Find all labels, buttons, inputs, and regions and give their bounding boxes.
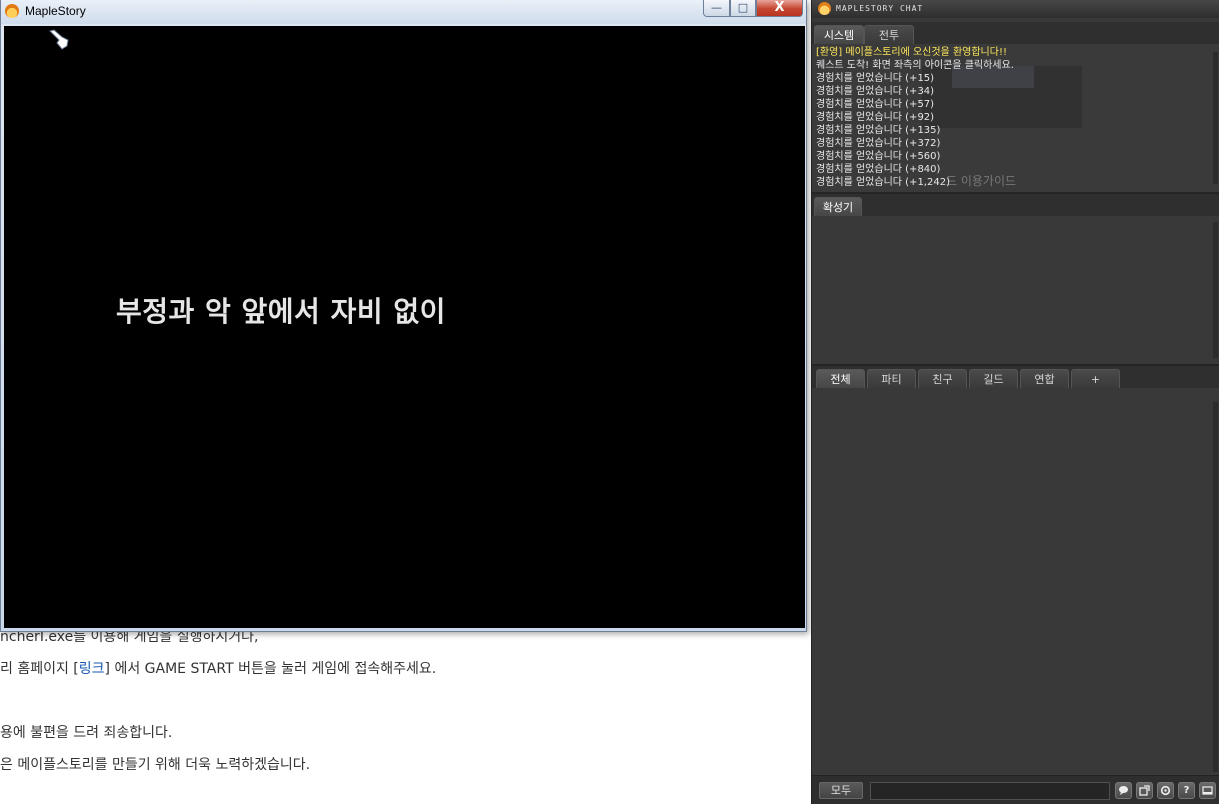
message-list: [환영] 메이플스토리에 오신것을 환영합니다!! 퀘스트 도착! 화면 좌측의 …: [816, 46, 1014, 189]
chat-message: 경험치를 얻었습니다 (+135): [816, 125, 941, 136]
system-message-area[interactable]: 드 이용가이드 [환영] 메이플스토리에 오신것을 환영합니다!! 퀘스트 도착!…: [812, 44, 1219, 192]
close-button[interactable]: X: [756, 0, 803, 17]
tab-guild[interactable]: 길드: [969, 369, 1018, 388]
bg-line-suffix: ] 에서 GAME START 버튼을 눌러 게임에 접속해주세요.: [104, 661, 437, 677]
window-title: MapleStory: [25, 4, 86, 18]
chat-header[interactable]: MAPLESTORY CHAT: [812, 0, 1219, 18]
game-caption: 부정과 악 앞에서 자비 없이: [116, 295, 446, 328]
chat-bottom-bar: 모두 ?: [812, 775, 1219, 804]
chat-title: MAPLESTORY CHAT: [836, 4, 924, 13]
chat-logo-icon: [818, 2, 831, 15]
tab-add[interactable]: +: [1071, 369, 1120, 388]
game-window: MapleStory — □ X 부정과 악 앞에서 자비 없이: [0, 0, 807, 632]
popout-icon[interactable]: [1136, 782, 1153, 799]
system-scrollbar[interactable]: [1213, 52, 1218, 184]
game-screen[interactable]: 부정과 악 앞에서 자비 없이: [4, 26, 805, 628]
bg-line-effort: 은 메이플스토리를 만들기 위해 더욱 노력하겠습니다.: [0, 757, 311, 773]
help-icon[interactable]: ?: [1178, 782, 1195, 799]
tab-all[interactable]: 전체: [816, 369, 865, 388]
chat-input[interactable]: [870, 782, 1110, 800]
bg-line-apology: 용에 불편을 드려 죄송합니다.: [0, 725, 173, 741]
megaphone-scrollbar[interactable]: [1213, 222, 1218, 358]
hand-cursor-icon: [49, 29, 69, 50]
settings-icon[interactable]: [1157, 782, 1174, 799]
chat-message: 경험치를 얻었습니다 (+1,242): [816, 177, 950, 188]
homepage-link[interactable]: 링크: [79, 661, 105, 677]
chat-panel: MAPLESTORY CHAT 시스템 전투 드 이용가이드 [환영] 메이플스…: [811, 0, 1219, 804]
chat-message: 경험치를 얻었습니다 (+34): [816, 86, 935, 97]
bg-line-homepage: 리 홈페이지 [링크] 에서 GAME START 버튼을 눌러 게임에 접속해…: [0, 658, 436, 678]
tab-combat[interactable]: 전투: [864, 25, 914, 44]
megaphone-area[interactable]: [812, 216, 1219, 364]
tab-friend[interactable]: 친구: [918, 369, 967, 388]
tab-megaphone[interactable]: 확성기: [814, 197, 862, 216]
chat-message-area[interactable]: [812, 388, 1219, 775]
chat-message: 경험치를 얻었습니다 (+92): [816, 112, 935, 123]
megaphone-tab-row: 확성기: [812, 194, 1219, 216]
chat-scrollbar[interactable]: [1213, 402, 1218, 772]
window-titlebar[interactable]: MapleStory — □ X: [1, 0, 806, 24]
chat-target-all-button[interactable]: 모두: [819, 782, 863, 799]
maplestory-logo-icon: [5, 4, 19, 18]
bg-line-prefix: 리 홈페이지 [: [0, 661, 79, 677]
minimize-panel-icon[interactable]: [1199, 782, 1216, 799]
system-tab-row: 시스템 전투: [812, 22, 1219, 44]
tab-system[interactable]: 시스템: [814, 25, 864, 44]
minimize-button[interactable]: —: [703, 0, 730, 17]
tab-party[interactable]: 파티: [867, 369, 916, 388]
chat-message: 경험치를 얻었습니다 (+560): [816, 151, 941, 162]
chat-tab-row: 전체 파티 친구 길드 연합 +: [812, 366, 1219, 388]
speech-icon[interactable]: [1115, 782, 1132, 799]
welcome-message: [환영] 메이플스토리에 오신것을 환영합니다!!: [816, 47, 1007, 58]
chat-message: 경험치를 얻었습니다 (+57): [816, 99, 935, 110]
chat-message: 경험치를 얻었습니다 (+840): [816, 164, 941, 175]
tab-alliance[interactable]: 연합: [1020, 369, 1069, 388]
chat-message: 퀘스트 도착! 화면 좌측의 아이콘을 클릭하세요.: [816, 60, 1014, 71]
chat-message: 경험치를 얻었습니다 (+15): [816, 73, 935, 84]
maximize-button[interactable]: □: [730, 0, 756, 17]
chat-message: 경험치를 얻었습니다 (+372): [816, 138, 941, 149]
